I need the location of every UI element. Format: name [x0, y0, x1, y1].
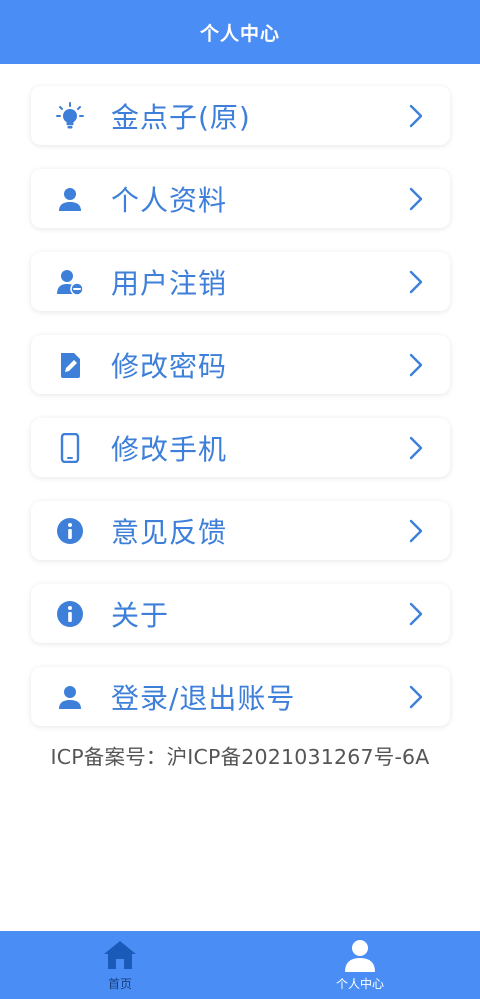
menu-item-label: 金点子(原) — [111, 100, 251, 134]
user-icon — [55, 682, 85, 712]
user-icon — [342, 938, 378, 972]
menu-item-change-phone[interactable]: 修改手机 — [31, 418, 450, 477]
chevron-right-icon — [409, 436, 423, 459]
menu-item-ideas[interactable]: 金点子(原) — [31, 86, 450, 145]
chevron-right-icon — [409, 187, 423, 210]
menu-item-change-password[interactable]: 修改密码 — [31, 335, 450, 394]
app-root: 个人中心 金点子(原) 个人资料 用户注销 修改密码 修改手机 意见反馈 关于 … — [0, 0, 480, 999]
info-icon — [55, 599, 85, 629]
lightbulb-icon — [55, 101, 85, 131]
info-icon — [55, 516, 85, 546]
chevron-right-icon — [409, 270, 423, 293]
menu-item-label: 个人资料 — [111, 183, 228, 217]
menu-list: 金点子(原) 个人资料 用户注销 修改密码 修改手机 意见反馈 关于 登录/退出… — [31, 86, 450, 750]
icp-record-text: ICP备案号：沪ICP备2021031267号-6A — [50, 745, 430, 769]
chevron-right-icon — [409, 602, 423, 625]
menu-item-login-logout[interactable]: 登录/退出账号 — [31, 667, 450, 726]
menu-item-about[interactable]: 关于 — [31, 584, 450, 643]
header-bar: 个人中心 — [0, 0, 480, 64]
chevron-right-icon — [409, 104, 423, 127]
home-icon — [102, 938, 138, 972]
user-remove-icon — [55, 267, 85, 297]
menu-item-label: 修改手机 — [111, 432, 228, 466]
tab-label: 个人中心 — [335, 977, 384, 991]
page-title: 个人中心 — [199, 22, 280, 45]
chevron-right-icon — [409, 353, 423, 376]
phone-icon — [55, 432, 85, 463]
tab-home[interactable]: 首页 — [0, 931, 240, 999]
menu-item-label: 登录/退出账号 — [111, 681, 296, 715]
menu-item-label: 关于 — [111, 598, 170, 632]
user-icon — [55, 184, 85, 214]
menu-item-deactivate[interactable]: 用户注销 — [31, 252, 450, 311]
menu-item-label: 意见反馈 — [111, 515, 228, 549]
bottom-tab-bar: 首页 个人中心 — [0, 931, 480, 999]
menu-item-feedback[interactable]: 意见反馈 — [31, 501, 450, 560]
tab-label: 首页 — [107, 977, 132, 991]
menu-item-profile[interactable]: 个人资料 — [31, 169, 450, 228]
menu-item-label: 修改密码 — [111, 349, 228, 383]
tab-profile[interactable]: 个人中心 — [240, 931, 480, 999]
menu-item-label: 用户注销 — [111, 266, 228, 300]
chevron-right-icon — [409, 519, 423, 542]
edit-document-icon — [55, 350, 85, 380]
chevron-right-icon — [409, 685, 423, 708]
